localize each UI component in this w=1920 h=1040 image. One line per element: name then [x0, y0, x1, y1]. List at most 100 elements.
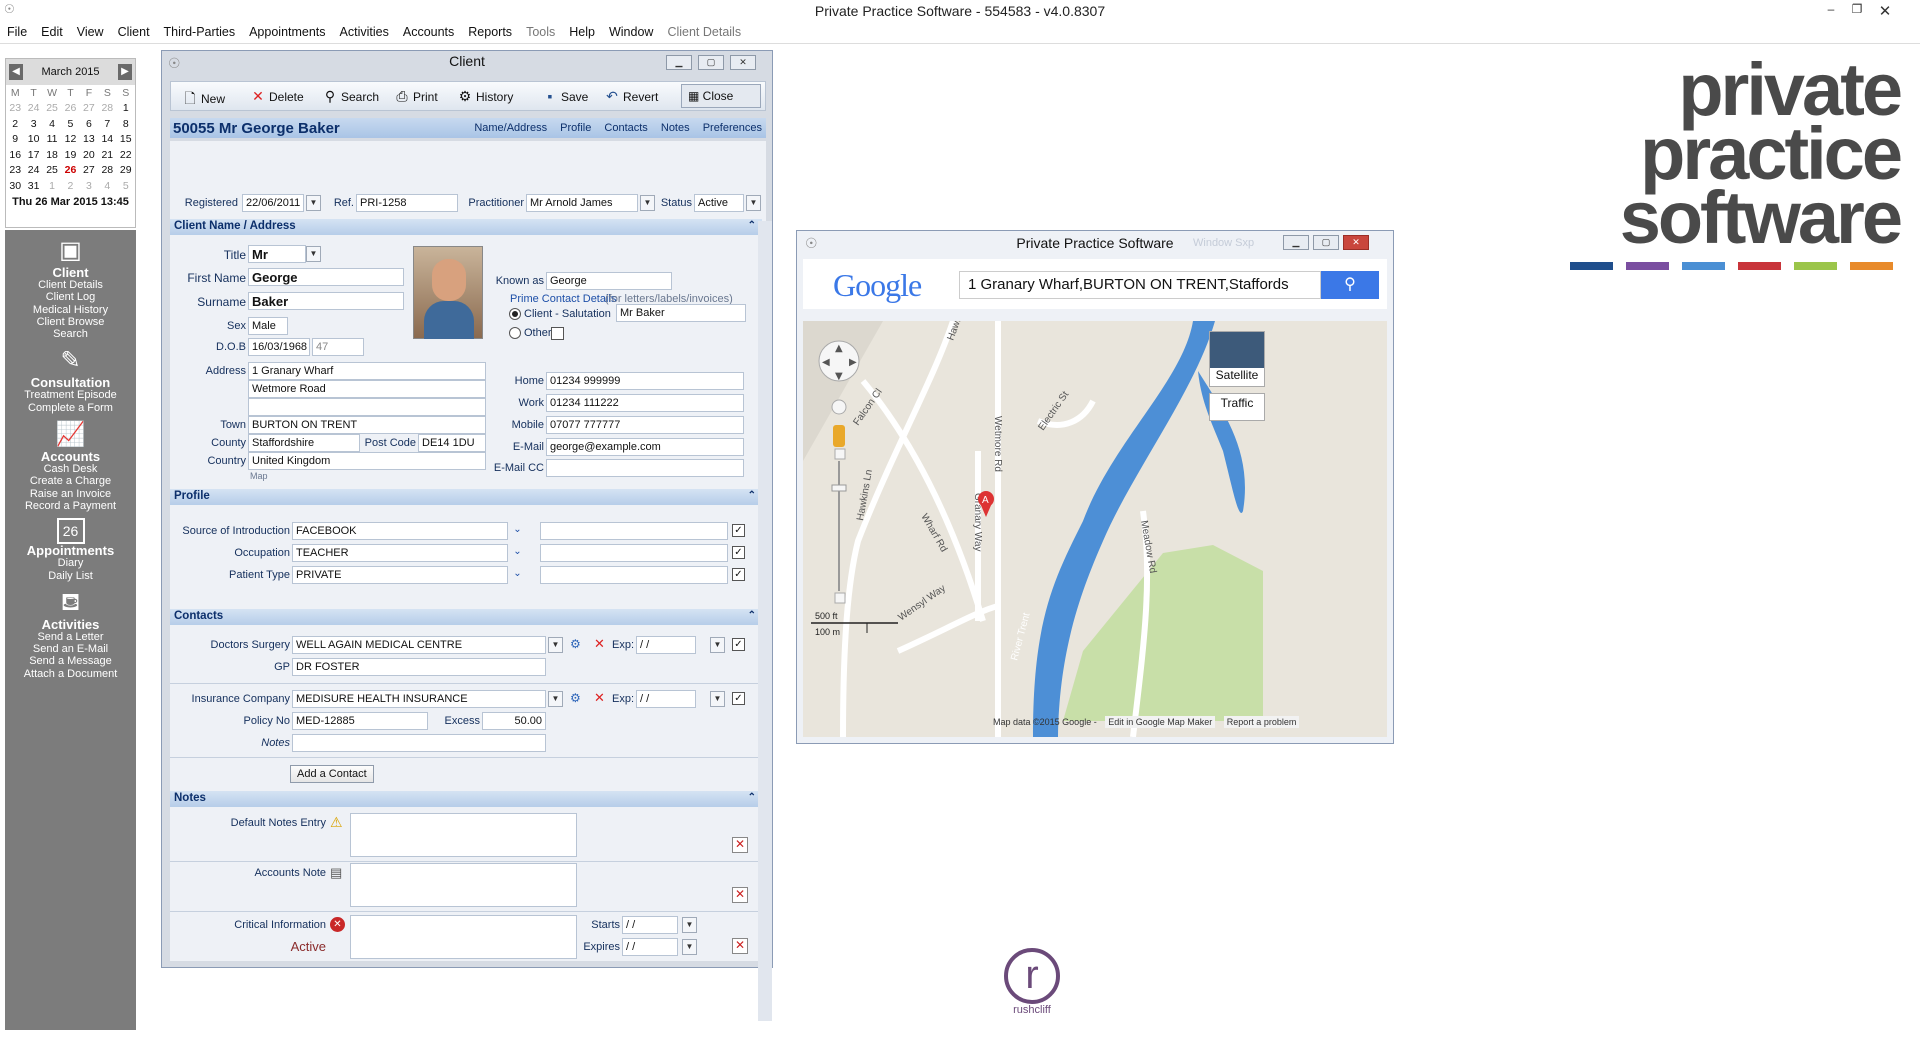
address-line3[interactable]	[248, 398, 486, 416]
nav-item[interactable]: Daily List	[5, 570, 136, 582]
clear-accounts-note-icon[interactable]: ✕	[732, 887, 748, 903]
calendar-day[interactable]: 25	[43, 163, 61, 179]
calendar-day[interactable]: 23	[6, 163, 24, 179]
tab-preferences[interactable]: Preferences	[703, 122, 762, 134]
nav-title[interactable]: Client	[5, 266, 136, 279]
calendar-day[interactable]: 1	[43, 178, 61, 194]
source-dropdown-icon[interactable]: ⌄	[510, 523, 525, 539]
calendar-day[interactable]: 5	[117, 178, 135, 194]
calendar-day[interactable]: 28	[98, 163, 116, 179]
doctors-surgery-field[interactable]: WELL AGAIN MEDICAL CENTRE	[292, 636, 546, 654]
menu-file[interactable]: File	[0, 22, 34, 42]
calendar-day[interactable]: 14	[98, 132, 116, 148]
calendar-day[interactable]: 8	[117, 116, 135, 132]
calendar-day[interactable]: 12	[61, 132, 79, 148]
menu-appointments[interactable]: Appointments	[242, 22, 332, 42]
accounts-note-memo[interactable]	[350, 863, 577, 907]
nav-title[interactable]: Accounts	[5, 450, 136, 463]
calendar-day[interactable]: 19	[61, 147, 79, 163]
status-dropdown-icon[interactable]: ▼	[746, 195, 761, 211]
calendar-day-today[interactable]: 26	[61, 163, 79, 179]
minimize-icon[interactable]: –	[1820, 2, 1842, 16]
calendar-day[interactable]: 21	[98, 147, 116, 163]
calendar-day[interactable]: 13	[80, 132, 98, 148]
profile-extra-field[interactable]	[540, 544, 728, 562]
country-field[interactable]: United Kingdom	[248, 452, 486, 470]
calendar-day[interactable]: 3	[24, 116, 42, 132]
calendar-day[interactable]: 10	[24, 132, 42, 148]
menu-help[interactable]: Help	[562, 22, 602, 42]
contact-card-icon[interactable]: ⚙	[570, 637, 581, 651]
profile-checkbox[interactable]: ✓	[732, 568, 745, 581]
insurance-company-field[interactable]: MEDISURE HEALTH INSURANCE	[292, 690, 546, 708]
registered-field[interactable]: 22/06/2011	[242, 194, 304, 212]
work-phone-field[interactable]: 01234 111222	[546, 394, 744, 412]
section-contacts[interactable]: Contacts ⌃	[170, 609, 762, 625]
calendar-day[interactable]: 27	[80, 163, 98, 179]
email-field[interactable]: george@example.com	[546, 438, 744, 456]
profile-extra-field[interactable]	[540, 566, 728, 584]
accounts-chart-icon[interactable]: 📈	[56, 420, 86, 450]
title-select[interactable]: Mr	[248, 245, 306, 263]
insurance-exp-field[interactable]: / /	[636, 690, 696, 708]
doctors-exp-field[interactable]: / /	[636, 636, 696, 654]
dob-field[interactable]: 16/03/1968	[248, 338, 310, 356]
calendar-day[interactable]: 4	[43, 116, 61, 132]
google-map[interactable]: Hawk Falcon Cl Hawkins Ln Wharf Rd Grana…	[803, 321, 1387, 737]
menu-tools[interactable]: Tools	[519, 22, 562, 42]
starts-field[interactable]: / /	[622, 916, 678, 934]
next-month-icon[interactable]: ▶	[118, 64, 132, 80]
menu-reports[interactable]: Reports	[461, 22, 519, 42]
nav-item[interactable]: Raise an Invoice	[5, 488, 136, 500]
calendar-day[interactable]: 31	[24, 178, 42, 194]
consultation-icon[interactable]: ✎	[56, 346, 86, 376]
menu-activities[interactable]: Activities	[333, 22, 396, 42]
doctors-checkbox[interactable]: ✓	[732, 638, 745, 651]
starts-dropdown-icon[interactable]: ▼	[682, 917, 697, 933]
calendar-day[interactable]: 18	[43, 147, 61, 163]
registered-dropdown-icon[interactable]: ▼	[306, 195, 321, 211]
home-phone-field[interactable]: 01234 999999	[546, 372, 744, 390]
calendar-day[interactable]: 4	[98, 178, 116, 194]
contact-card-icon[interactable]: ⚙	[570, 691, 581, 705]
nav-title[interactable]: Consultation	[5, 376, 136, 389]
calendar-icon[interactable]: 26	[56, 518, 85, 545]
client-salutation-radio[interactable]	[509, 308, 521, 320]
client-photo[interactable]	[413, 246, 483, 339]
menu-client-details[interactable]: Client Details	[660, 22, 748, 42]
calendar-day[interactable]: 3	[80, 178, 98, 194]
clear-default-notes-icon[interactable]: ✕	[732, 837, 748, 853]
calendar-day[interactable]: 5	[61, 116, 79, 132]
title-dropdown-icon[interactable]: ▼	[306, 246, 321, 262]
occupation-field[interactable]: TEACHER	[292, 544, 508, 562]
other-radio[interactable]	[509, 327, 521, 339]
contact-notes-field[interactable]	[292, 734, 546, 752]
expires-dropdown-icon[interactable]: ▼	[682, 939, 697, 955]
section-name-address[interactable]: Client Name / Address ⌃	[170, 219, 762, 235]
calendar-day[interactable]: 30	[6, 178, 24, 194]
other-checkbox[interactable]	[551, 327, 564, 340]
map-link[interactable]: Map	[250, 471, 268, 481]
sex-field[interactable]: Male	[248, 317, 288, 335]
insurance-checkbox[interactable]: ✓	[732, 692, 745, 705]
tab-profile[interactable]: Profile	[560, 122, 591, 134]
nav-item[interactable]: Client Details	[5, 279, 136, 291]
gp-field[interactable]: DR FOSTER	[292, 658, 546, 676]
add-contact-button[interactable]: Add a Contact	[290, 765, 374, 783]
restore-icon[interactable]: ❐	[1846, 2, 1868, 16]
nav-item[interactable]: Treatment Episode	[5, 389, 136, 401]
menu-third-parties[interactable]: Third-Parties	[157, 22, 243, 42]
status-select[interactable]: Active	[694, 194, 744, 212]
known-as-field[interactable]: George	[546, 272, 672, 290]
source-of-introduction-field[interactable]: FACEBOOK	[292, 522, 508, 540]
profile-checkbox[interactable]: ✓	[732, 524, 745, 537]
new-button[interactable]: 🗋 New	[181, 88, 225, 112]
satellite-button[interactable]: Satellite	[1209, 331, 1265, 387]
collapse-icon[interactable]: ⌃	[748, 792, 756, 803]
map-search-input[interactable]: 1 Granary Wharf,BURTON ON TRENT,Stafford…	[959, 271, 1321, 299]
minimize-icon[interactable]: ▁	[1283, 235, 1309, 250]
menu-window[interactable]: Window	[602, 22, 660, 42]
doctors-surgery-dropdown-icon[interactable]: ▼	[548, 637, 563, 653]
calendar-day[interactable]: 2	[61, 178, 79, 194]
calendar-day[interactable]: 24	[24, 163, 42, 179]
